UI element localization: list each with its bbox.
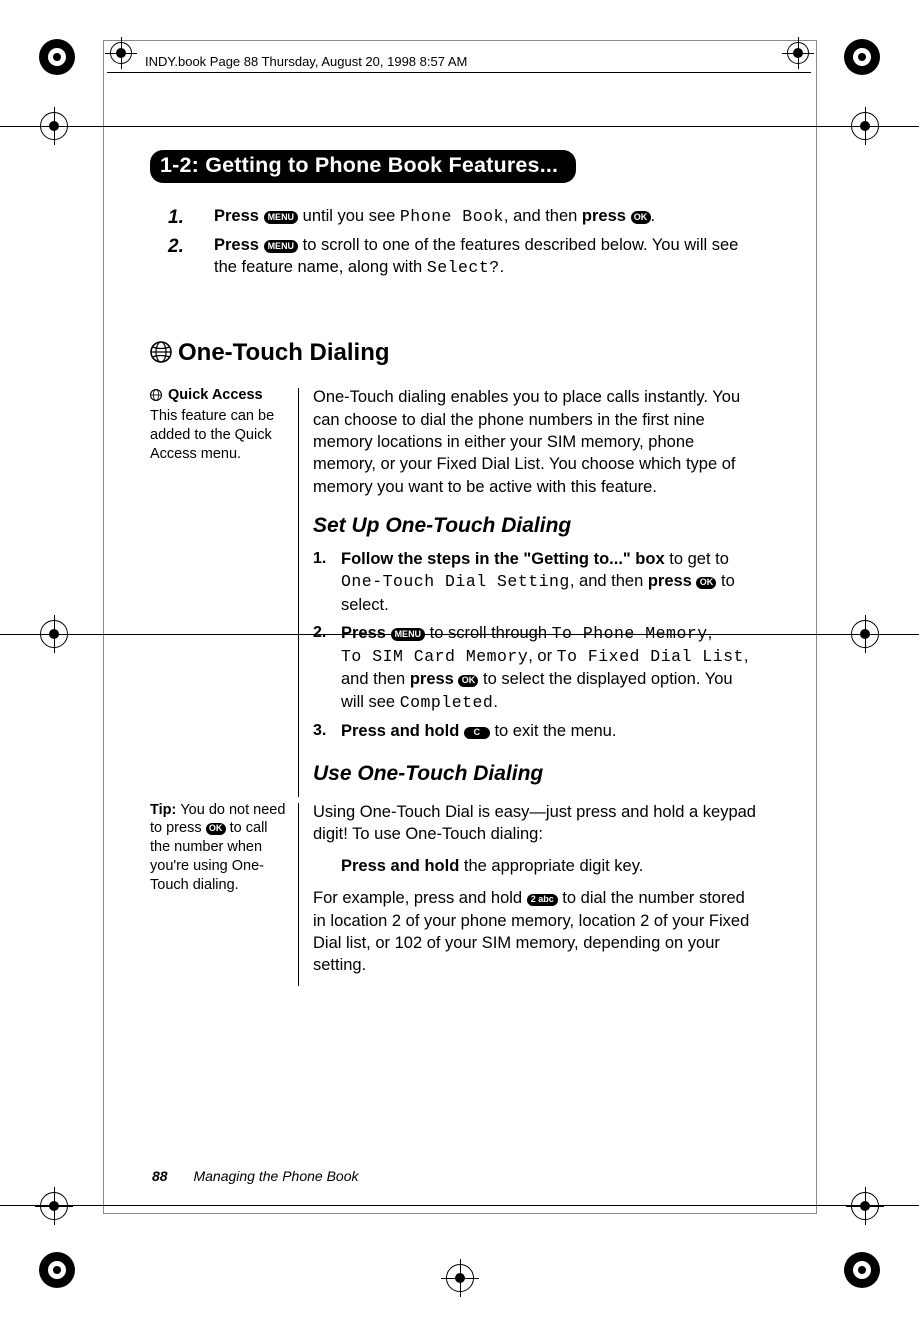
crop-target-icon [787, 42, 809, 64]
globe-icon [150, 341, 172, 370]
reg-mark-icon [843, 38, 881, 81]
text: the appropriate digit key. [459, 857, 643, 875]
sidebar-label: Quick Access [168, 387, 263, 403]
menu-key-icon: MENU [264, 211, 299, 224]
text: press [648, 572, 692, 590]
sidebar-body: This feature can be added to the Quick A… [150, 408, 274, 462]
globe-icon [150, 388, 162, 407]
feature-heading-text: One-Touch Dialing [178, 339, 390, 366]
page-number: 88 [152, 1168, 168, 1184]
getting-to-box: 1. Press MENU until you see Phone Book, … [150, 195, 760, 300]
text: to get to [665, 550, 729, 568]
text: press [410, 670, 454, 688]
main-column: Using One-Touch Dial is easy—just press … [313, 801, 760, 987]
crop-target-icon [851, 1192, 879, 1220]
example-paragraph: For example, press and hold 2 abc to dia… [313, 887, 760, 976]
sidebar-label: Tip: [150, 802, 180, 818]
two-key-icon: 2 abc [527, 894, 558, 907]
ok-key-icon: OK [206, 823, 226, 836]
menu-key-icon: MENU [391, 628, 426, 641]
text: Press [214, 236, 259, 254]
lcd-text: Phone Book [400, 207, 504, 226]
lcd-text: Completed [400, 693, 494, 712]
reg-mark-icon [38, 38, 76, 81]
text: . [651, 207, 656, 225]
setup-steps: 1. Follow the steps in the "Getting to..… [313, 548, 760, 742]
lcd-text: To Phone Memory [552, 624, 708, 643]
text: , [708, 624, 713, 642]
step-number: 3. [313, 720, 326, 742]
text: . [500, 258, 505, 276]
text: Press and hold [341, 722, 459, 740]
text: , or [528, 647, 556, 665]
use-block: Tip: You do not need to press OK to call… [150, 801, 760, 987]
text: Press and hold [341, 857, 459, 875]
feature-heading: One-Touch Dialing [150, 339, 760, 370]
page-content: 1-2: Getting to Phone Book Features... 1… [150, 150, 760, 986]
ok-key-icon: OK [696, 577, 716, 590]
sidebar-note: Tip: You do not need to press OK to call… [150, 801, 300, 895]
running-head: INDY.book Page 88 Thursday, August 20, 1… [145, 54, 467, 69]
list-item: 3. Press and hold C to exit the menu. [341, 720, 760, 742]
text: until you see [303, 207, 400, 225]
text: to exit the menu. [490, 722, 617, 740]
subheading: Use One-Touch Dialing [313, 760, 760, 788]
chapter-title: Managing the Phone Book [193, 1168, 358, 1184]
intro-paragraph: Using One-Touch Dial is easy—just press … [313, 801, 760, 846]
divider [298, 388, 299, 796]
text: to scroll through [425, 624, 552, 642]
text: . [493, 693, 498, 711]
crop-line [0, 126, 919, 127]
reg-mark-icon [843, 1251, 881, 1294]
ok-key-icon: OK [631, 211, 651, 224]
text: , and then [504, 207, 582, 225]
step-number: 2. [313, 622, 326, 644]
crop-target-icon [110, 42, 132, 64]
step-number: 2. [168, 234, 184, 260]
crop-line [0, 1205, 919, 1206]
crop-target-icon [40, 1192, 68, 1220]
text: Follow the steps in the "Getting to..." … [341, 550, 665, 568]
menu-key-icon: MENU [264, 240, 299, 253]
action-line: Press and hold the appropriate digit key… [341, 855, 760, 877]
divider [298, 803, 299, 987]
step-number: 1. [313, 548, 326, 570]
page-footer: 88 Managing the Phone Book [152, 1168, 358, 1184]
c-key-icon: C [464, 727, 490, 739]
sidebar-note: Quick Access This feature can be added t… [150, 386, 300, 463]
running-head-rule [107, 72, 811, 73]
text: Press [341, 624, 386, 642]
crop-target-icon [446, 1264, 474, 1292]
subheading: Set Up One-Touch Dialing [313, 512, 760, 540]
lcd-text: To SIM Card Memory [341, 647, 528, 666]
ok-key-icon: OK [458, 675, 478, 688]
list-item: 2. Press MENU to scroll to one of the fe… [214, 234, 740, 280]
list-item: 1. Follow the steps in the "Getting to..… [341, 548, 760, 616]
intro-paragraph: One-Touch dialing enables you to place c… [313, 386, 760, 497]
feature-intro-block: Quick Access This feature can be added t… [150, 386, 760, 796]
text: , and then [570, 572, 648, 590]
step-number: 1. [168, 205, 184, 231]
list-item: 2. Press MENU to scroll through To Phone… [341, 622, 760, 714]
text: For example, press and hold [313, 889, 527, 907]
reg-mark-icon [38, 1251, 76, 1294]
list-item: 1. Press MENU until you see Phone Book, … [214, 205, 740, 228]
lcd-text: One-Touch Dial Setting [341, 572, 570, 591]
section-bar: 1-2: Getting to Phone Book Features... [150, 150, 576, 183]
lcd-text: Select? [427, 258, 500, 277]
main-column: One-Touch dialing enables you to place c… [313, 386, 760, 796]
text: Press [214, 207, 259, 225]
text: press [582, 207, 626, 225]
lcd-text: To Fixed Dial List [557, 647, 744, 666]
